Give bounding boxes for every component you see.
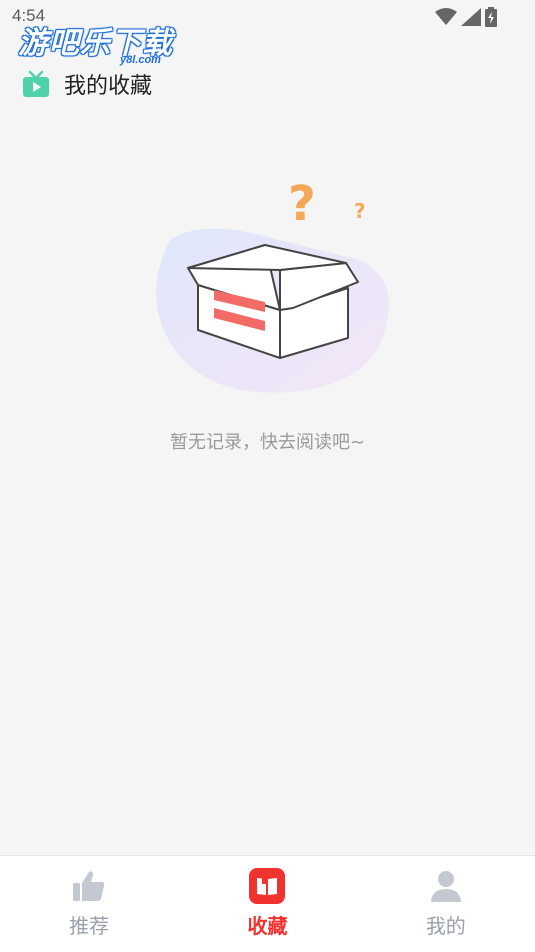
tv-icon: [23, 70, 49, 97]
bottom-tab-bar: 推荐 收藏 我的: [0, 855, 535, 952]
signal-icon: [461, 8, 481, 26]
book-icon: [249, 868, 286, 904]
page-header: 我的收藏: [22, 68, 152, 100]
tab-mine[interactable]: 我的: [357, 856, 535, 952]
thumbs-up-icon: [73, 871, 105, 901]
tab-label: 推荐: [69, 914, 110, 938]
empty-message: 暂无记录，快去阅读吧~: [169, 432, 366, 453]
svg-text:?: ?: [288, 176, 316, 232]
tab-label: 收藏: [247, 914, 288, 938]
watermark-url: y8l.com: [120, 54, 161, 66]
tab-label: 我的: [425, 914, 466, 938]
svg-text:?: ?: [354, 199, 366, 223]
battery-icon: [485, 7, 497, 27]
empty-box-question-icon: ? ?: [156, 176, 390, 393]
wifi-icon: [435, 8, 457, 25]
tab-favorites[interactable]: 收藏: [178, 856, 356, 952]
page-title: 我的收藏: [64, 74, 153, 99]
user-icon: [430, 871, 461, 902]
tab-recommend[interactable]: 推荐: [0, 856, 178, 952]
